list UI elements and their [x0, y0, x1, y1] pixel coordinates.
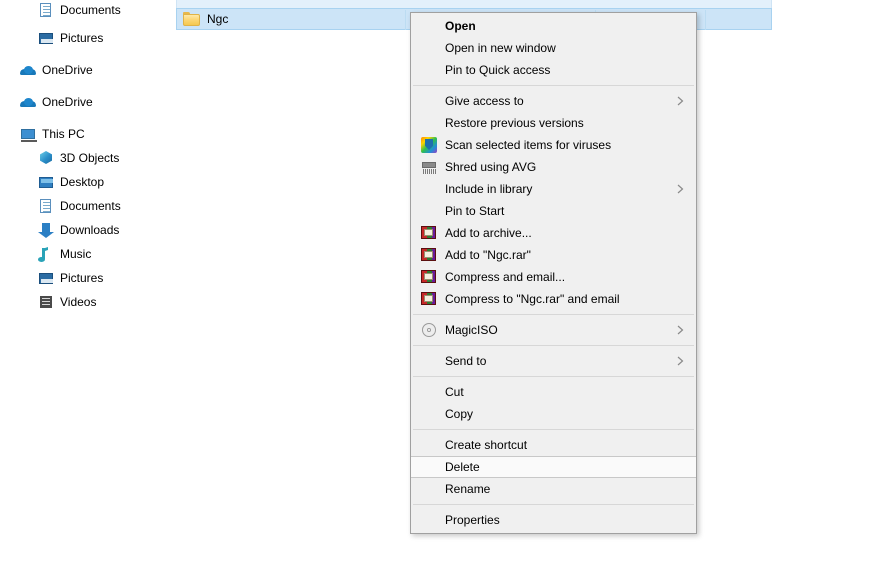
menu-item-give-access-to[interactable]: Give access to: [411, 90, 696, 112]
nav-item-label: 3D Objects: [60, 151, 120, 165]
menu-item-compress-to-ngc-rar-and-email[interactable]: Compress to "Ngc.rar" and email: [411, 288, 696, 310]
navigation-pane: Documents Pictures OneDrive OneDrive This PC…: [0, 0, 183, 568]
nav-item-label: OneDrive: [42, 95, 93, 109]
menu-separator: [413, 504, 694, 505]
downloads-icon: [38, 222, 54, 238]
menu-item-label: MagicISO: [445, 323, 498, 337]
shredder-icon: [421, 159, 437, 175]
context-menu[interactable]: Open Open in new window Pin to Quick acces…: [410, 12, 697, 534]
menu-item-label: Compress to "Ngc.rar" and email: [445, 292, 620, 306]
nav-item-label: OneDrive: [42, 63, 93, 77]
menu-item-send-to[interactable]: Send to: [411, 350, 696, 372]
winrar-icon: [421, 247, 437, 263]
menu-item-label: Pin to Start: [445, 204, 505, 218]
menu-item-label: Pin to Quick access: [445, 63, 551, 77]
menu-item-label: Send to: [445, 354, 487, 368]
menu-item-scan-selected-items-for-viruses[interactable]: Scan selected items for viruses: [411, 134, 696, 156]
menu-item-label: Shred using AVG: [445, 160, 537, 174]
nav-item-label: This PC: [42, 127, 85, 141]
videos-icon: [38, 294, 54, 310]
chevron-right-icon: [677, 178, 684, 200]
folder-icon: [183, 12, 200, 26]
menu-item-compress-and-email[interactable]: Compress and email...: [411, 266, 696, 288]
menu-item-label: Create shortcut: [445, 438, 528, 452]
music-icon: [38, 246, 54, 262]
nav-item-this-pc[interactable]: This PC: [0, 124, 192, 144]
menu-item-properties[interactable]: Properties: [411, 509, 696, 531]
magiciso-icon: [421, 322, 437, 338]
pictures-icon: [38, 30, 54, 46]
menu-item-label: Cut: [445, 385, 464, 399]
menu-item-restore-previous-versions[interactable]: Restore previous versions: [411, 112, 696, 134]
menu-item-label: Open in new window: [445, 41, 556, 55]
menu-separator: [413, 429, 694, 430]
nav-item-label: Documents: [60, 3, 121, 17]
menu-item-label: Restore previous versions: [445, 116, 584, 130]
menu-item-add-to-ngc-rar[interactable]: Add to "Ngc.rar": [411, 244, 696, 266]
menu-item-label: Scan selected items for viruses: [445, 138, 612, 152]
nav-item-onedrive[interactable]: OneDrive: [0, 92, 192, 112]
document-icon: [38, 198, 54, 214]
desktop-icon: [38, 174, 54, 190]
menu-separator: [413, 85, 694, 86]
menu-item-label: Copy: [445, 407, 474, 421]
winrar-icon: [421, 269, 437, 285]
menu-separator: [413, 345, 694, 346]
menu-item-label: Rename: [445, 482, 491, 496]
menu-item-delete[interactable]: Delete: [411, 456, 696, 478]
menu-item-rename[interactable]: Rename: [411, 478, 696, 500]
menu-item-include-in-library[interactable]: Include in library: [411, 178, 696, 200]
menu-item-copy[interactable]: Copy: [411, 403, 696, 425]
menu-item-label: Open: [445, 19, 476, 33]
menu-separator: [413, 314, 694, 315]
menu-separator: [413, 376, 694, 377]
menu-item-label: Give access to: [445, 94, 524, 108]
nav-item-label: Documents: [60, 199, 121, 213]
avg-scan-icon: [421, 137, 437, 153]
menu-item-create-shortcut[interactable]: Create shortcut: [411, 434, 696, 456]
menu-item-pin-to-start[interactable]: Pin to Start: [411, 200, 696, 222]
menu-item-open[interactable]: Open: [411, 15, 696, 37]
column-separator: [705, 10, 706, 30]
menu-item-label: Add to "Ngc.rar": [445, 248, 531, 262]
menu-item-magiciso[interactable]: MagicISO: [411, 319, 696, 341]
menu-item-pin-to-quick-access[interactable]: Pin to Quick access: [411, 59, 696, 81]
nav-item-label: Downloads: [60, 223, 120, 237]
cloud-icon: [20, 62, 36, 78]
winrar-icon: [421, 225, 437, 241]
chevron-right-icon: [677, 319, 684, 341]
chevron-right-icon: [677, 350, 684, 372]
winrar-icon: [421, 291, 437, 307]
computer-icon: [20, 126, 37, 142]
column-separator: [405, 10, 406, 30]
nav-item-label: Videos: [60, 295, 97, 309]
menu-item-label: Include in library: [445, 182, 533, 196]
nav-item-label: Desktop: [60, 175, 105, 189]
chevron-right-icon: [677, 90, 684, 112]
menu-item-label: Add to archive...: [445, 226, 532, 240]
nav-item-label: Pictures: [60, 31, 104, 45]
menu-item-add-to-archive[interactable]: Add to archive...: [411, 222, 696, 244]
menu-item-open-in-new-window[interactable]: Open in new window: [411, 37, 696, 59]
pictures-icon: [38, 270, 54, 286]
document-icon: [38, 2, 54, 18]
menu-item-shred-using-avg[interactable]: Shred using AVG: [411, 156, 696, 178]
menu-item-label: Delete: [445, 460, 480, 474]
menu-item-label: Compress and email...: [445, 270, 566, 284]
file-name-label: Ngc: [207, 12, 229, 26]
cloud-icon: [20, 94, 36, 110]
menu-item-cut[interactable]: Cut: [411, 381, 696, 403]
nav-item-label: Music: [60, 247, 92, 261]
selection-band-upper: [176, 0, 772, 8]
menu-item-label: Properties: [445, 513, 500, 527]
nav-item-label: Pictures: [60, 271, 104, 285]
3d-objects-icon: [38, 150, 54, 166]
nav-item-onedrive[interactable]: OneDrive: [0, 60, 192, 80]
